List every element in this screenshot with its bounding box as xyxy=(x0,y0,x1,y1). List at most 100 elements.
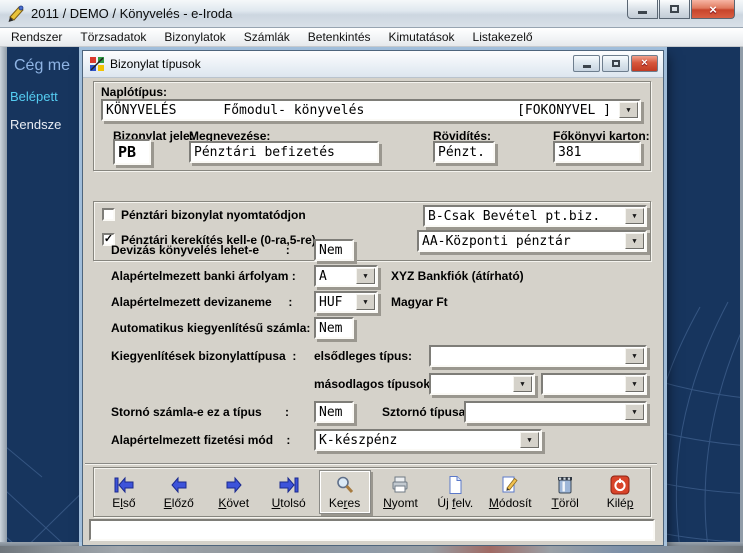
prev-icon xyxy=(167,475,191,495)
next-icon xyxy=(222,475,246,495)
arfolyam-note: XYZ Bankfiók (átírható) xyxy=(391,269,524,283)
bizonylat-jele-field[interactable]: PB xyxy=(113,139,151,165)
devizanem-combobox[interactable]: HUF xyxy=(314,291,378,313)
auto-kiegyenlites-field[interactable]: Nem xyxy=(314,317,354,339)
status-input[interactable] xyxy=(89,519,655,541)
storno-field[interactable]: Nem xyxy=(314,401,354,423)
window-title: 2011 / DEMO / Könyvelés - e-Iroda xyxy=(31,6,232,21)
dialog-minimize-icon xyxy=(583,65,591,68)
masodlagos-combobox-1[interactable] xyxy=(429,373,535,395)
close-icon: × xyxy=(709,3,717,16)
megnevezese-field[interactable]: Pénztári befizetés xyxy=(189,141,379,163)
penztar-dropdown-arrow-icon[interactable] xyxy=(625,233,644,249)
print-icon xyxy=(388,475,412,495)
last-icon xyxy=(277,475,301,495)
bevetel-combobox[interactable]: B-Csak Bevétel pt.biz. xyxy=(423,205,647,227)
menu-item-rendszer[interactable]: Rendszer xyxy=(2,30,71,44)
separator xyxy=(85,463,657,465)
menu-item-szamlak[interactable]: Számlák xyxy=(235,30,299,44)
sztorno-dropdown-arrow-icon[interactable] xyxy=(625,404,644,420)
minimize-icon xyxy=(638,11,647,14)
dialog-close-icon: × xyxy=(641,58,647,69)
maximize-button[interactable] xyxy=(659,0,690,19)
prev-button[interactable]: Előző xyxy=(154,471,204,513)
masodlagos1-dropdown-arrow-icon[interactable] xyxy=(513,376,532,392)
minimize-button[interactable] xyxy=(627,0,658,19)
new-icon xyxy=(443,475,467,495)
last-button[interactable]: Utolsó xyxy=(264,471,314,513)
close-button[interactable]: × xyxy=(691,0,735,19)
menu-item-bizonylatok[interactable]: Bizonylatok xyxy=(155,30,234,44)
window-frame-left xyxy=(0,47,7,546)
naplotipus-dropdown-arrow-icon[interactable] xyxy=(619,102,638,118)
auto-kiegyenlites-label: Automatikus kiegyenlítésű számla: xyxy=(111,321,310,335)
menu-item-kimutatasok[interactable]: Kimutatások xyxy=(380,30,464,44)
app-icon xyxy=(7,4,26,23)
dialog-maximize-icon xyxy=(612,60,620,67)
desktop-label-belepett: Belépett xyxy=(10,89,58,104)
dialog-titlebar[interactable]: Bizonylat típusok × xyxy=(83,51,663,78)
dialog-bizonylat-tipusok: Bizonylat típusok × Naplótípus: KÖNYVELÉ… xyxy=(82,50,664,546)
nyomtatodjon-label: Pénztári bizonylat nyomtatódjon xyxy=(121,208,306,222)
storno-label: Stornó számla-e ez a típus : xyxy=(111,405,289,419)
desktop-label-rendszer: Rendsze xyxy=(10,117,61,132)
masodlagos-label: másodlagos típusok: xyxy=(314,377,434,391)
taskbar-sliver[interactable] xyxy=(0,546,743,553)
arfolyam-combobox[interactable]: A xyxy=(314,265,378,287)
fokonyvi-karton-field[interactable]: 381 xyxy=(553,141,641,163)
arfolyam-dropdown-arrow-icon[interactable] xyxy=(356,268,375,284)
dialog-minimize-button[interactable] xyxy=(573,55,600,72)
search-button[interactable]: Keres xyxy=(319,470,371,514)
elsodleges-dropdown-arrow-icon[interactable] xyxy=(625,348,644,364)
edit-icon xyxy=(498,475,522,495)
menu-item-betekintes[interactable]: Betenkintés xyxy=(299,30,380,44)
devizas-label: Devizás könyvelés lehet-e : xyxy=(111,243,290,257)
delete-button[interactable]: Töröl xyxy=(540,471,590,513)
client-area: Cég me Belépett Rendsze Bizonylat típuso… xyxy=(0,47,743,546)
next-button[interactable]: Követ xyxy=(209,471,259,513)
edit-button[interactable]: Módosít xyxy=(485,471,535,513)
dialog-maximize-button[interactable] xyxy=(602,55,629,72)
record-toolbar: Első Előző Követ xyxy=(93,467,651,517)
penztar-combobox[interactable]: AA-Központi pénztár xyxy=(417,230,647,252)
masodlagos2-dropdown-arrow-icon[interactable] xyxy=(625,376,644,392)
delete-icon xyxy=(553,475,577,495)
fizetesi-mod-combobox[interactable]: K-készpénz xyxy=(314,429,542,451)
arfolyam-label: Alapértelmezett banki árfolyam : xyxy=(111,269,296,283)
rovidites-field[interactable]: Pénzt. xyxy=(433,141,495,163)
window-controls: × xyxy=(627,0,735,19)
menu-bar: Rendszer Törzsadatok Bizonylatok Számlák… xyxy=(0,28,743,47)
fizetesi-mod-label: Alapértelmezett fizetési mód : xyxy=(111,433,290,447)
kiegyenlitesek-label: Kiegyenlítések bizonylattípusa : xyxy=(111,349,296,363)
naplotipus-combobox[interactable]: KÖNYVELÉS Főmodul- könyvelés [FOKONYVEL … xyxy=(101,99,641,121)
elsodleges-combobox[interactable] xyxy=(429,345,647,367)
maximize-icon xyxy=(670,5,679,13)
first-icon xyxy=(112,475,136,495)
search-icon xyxy=(333,475,357,495)
window-titlebar: 2011 / DEMO / Könyvelés - e-Iroda × xyxy=(0,0,743,28)
fizetesi-dropdown-arrow-icon[interactable] xyxy=(520,432,539,448)
elsodleges-label: elsődleges típus: xyxy=(314,349,412,363)
sztorno-tipusa-label: Sztornó típusa: xyxy=(382,405,469,419)
devizanem-note: Magyar Ft xyxy=(391,295,448,309)
dialog-icon xyxy=(89,56,105,72)
menu-item-listakezelo[interactable]: Listakezelő xyxy=(464,30,542,44)
desktop-label-ceg: Cég me xyxy=(14,57,70,75)
naplotipus-label: Naplótípus: xyxy=(101,85,167,99)
exit-icon xyxy=(608,475,632,495)
first-button[interactable]: Első xyxy=(99,471,149,513)
devizanem-dropdown-arrow-icon[interactable] xyxy=(356,294,375,310)
print-button[interactable]: Nyomt xyxy=(375,471,425,513)
dialog-title: Bizonylat típusok xyxy=(110,57,201,71)
dialog-close-button[interactable]: × xyxy=(631,55,658,72)
masodlagos-combobox-2[interactable] xyxy=(541,373,647,395)
devizas-field[interactable]: Nem xyxy=(314,239,354,261)
new-record-button[interactable]: Új felv. xyxy=(430,471,480,513)
nyomtatodjon-checkbox[interactable] xyxy=(102,208,115,221)
naplotipus-value: KÖNYVELÉS Főmodul- könyvelés xyxy=(106,103,364,118)
sztorno-combobox[interactable] xyxy=(464,401,647,423)
menu-item-torzsadatok[interactable]: Törzsadatok xyxy=(71,30,155,44)
bevetel-dropdown-arrow-icon[interactable] xyxy=(625,208,644,224)
exit-button[interactable]: Kilép xyxy=(595,471,645,513)
naplotipus-code: [FOKONYVEL ] xyxy=(517,103,611,118)
